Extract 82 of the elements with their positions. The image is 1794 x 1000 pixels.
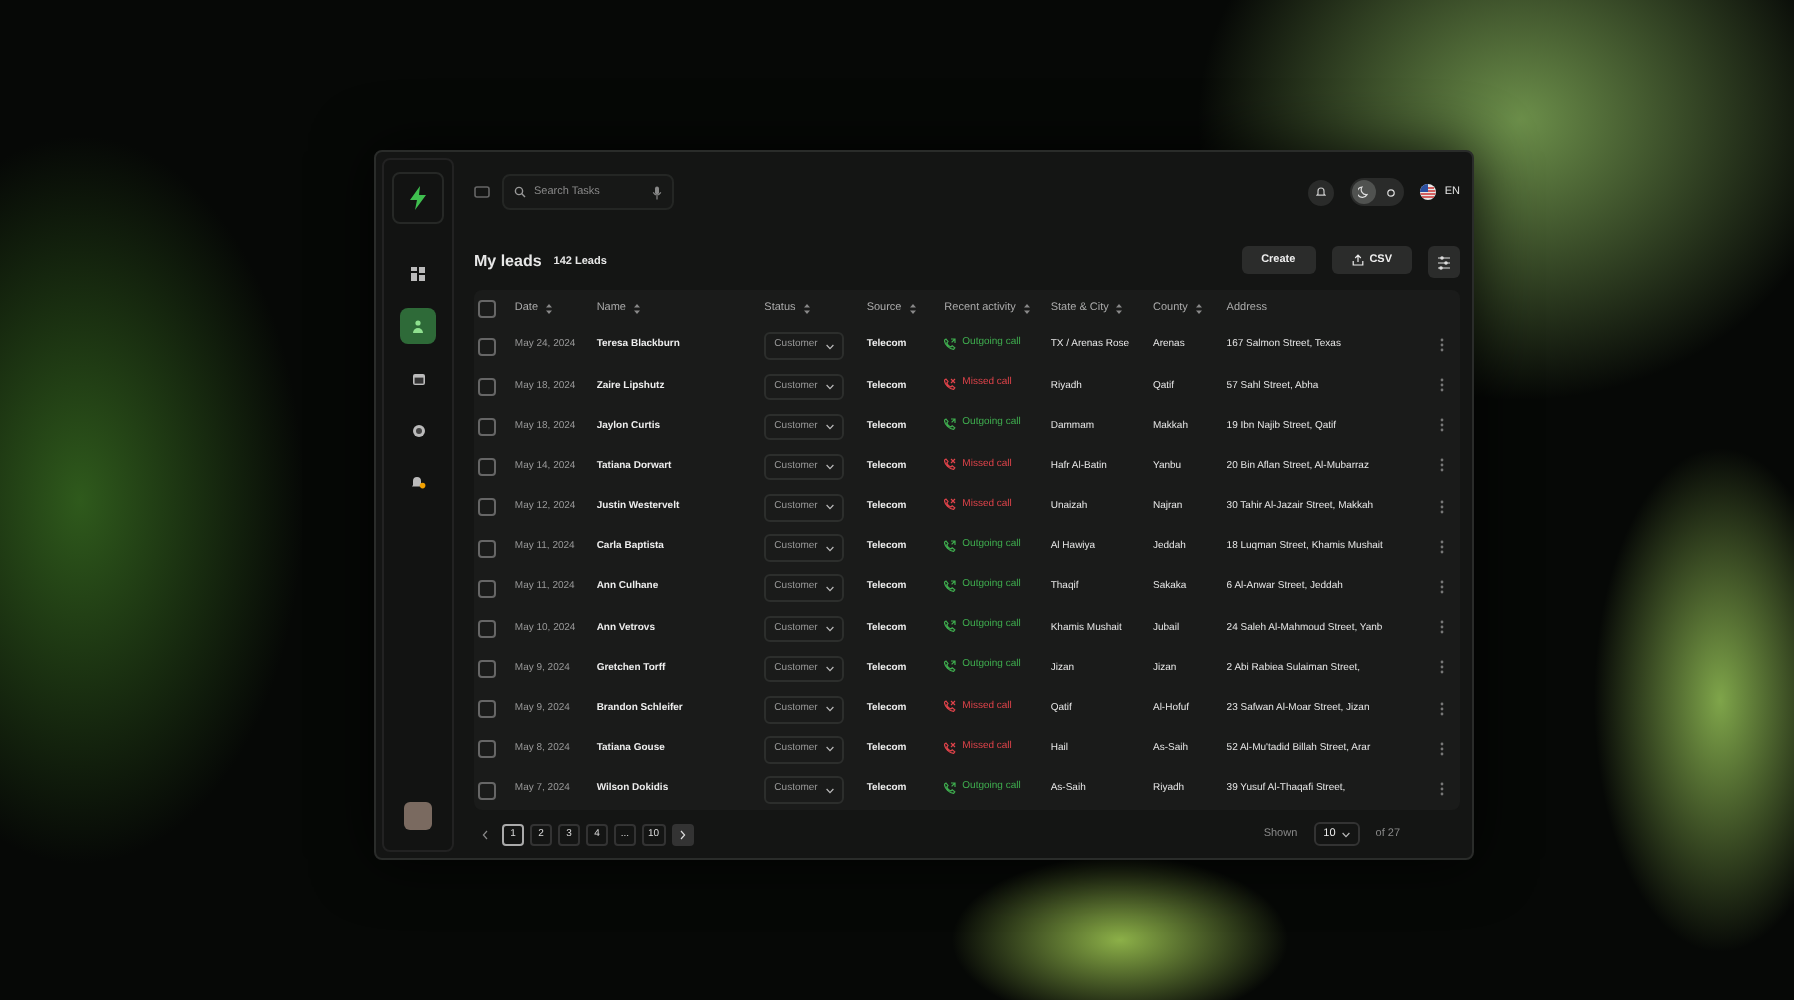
phone-missed-icon — [944, 458, 957, 471]
phone-outgoing-icon — [944, 781, 957, 794]
chevron-down-icon — [825, 383, 834, 390]
chevron-down-icon — [825, 504, 834, 511]
chevron-down-icon — [825, 787, 834, 794]
microphone-icon[interactable] — [652, 185, 662, 199]
more-options-icon[interactable] — [1439, 499, 1444, 514]
more-options-icon[interactable] — [1439, 337, 1444, 352]
more-options-icon[interactable] — [1439, 580, 1444, 595]
lightning-icon — [408, 186, 428, 210]
checkbox[interactable] — [478, 740, 496, 759]
sort-icon[interactable] — [1023, 303, 1030, 313]
next-page-button[interactable] — [671, 823, 694, 846]
more-options-icon[interactable] — [1439, 458, 1444, 473]
chevron-down-icon — [825, 423, 834, 430]
chevron-down-icon — [825, 625, 834, 632]
sort-icon[interactable] — [1195, 303, 1202, 313]
bell-icon — [1316, 186, 1327, 198]
checkbox[interactable] — [478, 539, 496, 558]
chevron-down-icon — [825, 706, 834, 713]
avatar-placeholder — [404, 802, 432, 830]
sort-icon[interactable] — [803, 303, 810, 313]
phone-outgoing-icon — [944, 660, 957, 673]
phone-outgoing-icon — [944, 579, 957, 592]
bell-icon — [410, 474, 426, 490]
phone-missed-icon — [944, 700, 957, 713]
chevron-left-icon — [482, 829, 488, 840]
chevron-down-icon — [1341, 831, 1350, 838]
sun-icon — [1385, 187, 1396, 197]
checkbox[interactable] — [478, 660, 496, 679]
more-options-icon[interactable] — [1439, 741, 1444, 756]
phone-missed-icon — [944, 498, 957, 511]
more-options-icon[interactable] — [1439, 418, 1444, 433]
checkbox[interactable] — [478, 337, 496, 356]
theme-toggle[interactable] — [1350, 178, 1405, 206]
dark-mode-option[interactable] — [1352, 180, 1377, 204]
sidebar-item[interactable] — [400, 308, 436, 344]
phone-outgoing-icon — [944, 620, 957, 633]
grid-icon — [410, 266, 426, 282]
chevron-down-icon — [825, 464, 834, 471]
record-icon — [411, 423, 425, 437]
checkbox[interactable] — [478, 700, 496, 719]
chevron-down-icon — [825, 666, 834, 673]
more-options-icon[interactable] — [1439, 378, 1444, 393]
more-options-icon[interactable] — [1439, 701, 1444, 716]
phone-outgoing-icon — [944, 539, 957, 552]
chevron-down-icon — [825, 746, 834, 753]
people-icon — [410, 318, 426, 334]
checkbox[interactable] — [478, 458, 496, 477]
more-options-icon[interactable] — [1439, 781, 1444, 796]
checkbox[interactable] — [478, 579, 496, 598]
chevron-down-icon — [825, 585, 834, 592]
sidebar-toggle-icon[interactable] — [474, 186, 490, 198]
search-icon — [514, 186, 526, 198]
filter-button[interactable] — [1428, 246, 1460, 278]
moon-icon — [1358, 186, 1371, 198]
checkbox[interactable] — [478, 417, 496, 436]
checkbox[interactable] — [478, 498, 496, 517]
phone-outgoing-icon — [944, 418, 957, 431]
more-options-icon[interactable] — [1439, 620, 1444, 635]
sort-icon[interactable] — [546, 303, 553, 313]
phone-outgoing-icon — [944, 337, 957, 350]
upload-icon — [1351, 254, 1364, 266]
sort-icon[interactable] — [633, 303, 640, 313]
sliders-icon — [1436, 255, 1452, 269]
checkbox[interactable] — [478, 299, 496, 317]
sort-icon[interactable] — [1116, 303, 1123, 313]
phone-missed-icon — [944, 741, 957, 754]
chevron-down-icon — [825, 343, 834, 350]
page-title: My leads — [474, 252, 542, 272]
notification-button[interactable] — [1308, 179, 1335, 205]
chevron-right-icon — [679, 829, 686, 840]
more-options-icon[interactable] — [1439, 660, 1444, 675]
checkbox[interactable] — [478, 781, 496, 800]
chevron-down-icon — [825, 545, 834, 552]
flag-icon — [1420, 184, 1437, 200]
checkbox[interactable] — [478, 377, 496, 396]
calendar-icon — [411, 371, 425, 385]
phone-missed-icon — [944, 377, 957, 390]
checkbox[interactable] — [478, 619, 496, 638]
more-options-icon[interactable] — [1439, 539, 1444, 554]
sort-icon[interactable] — [909, 303, 916, 313]
